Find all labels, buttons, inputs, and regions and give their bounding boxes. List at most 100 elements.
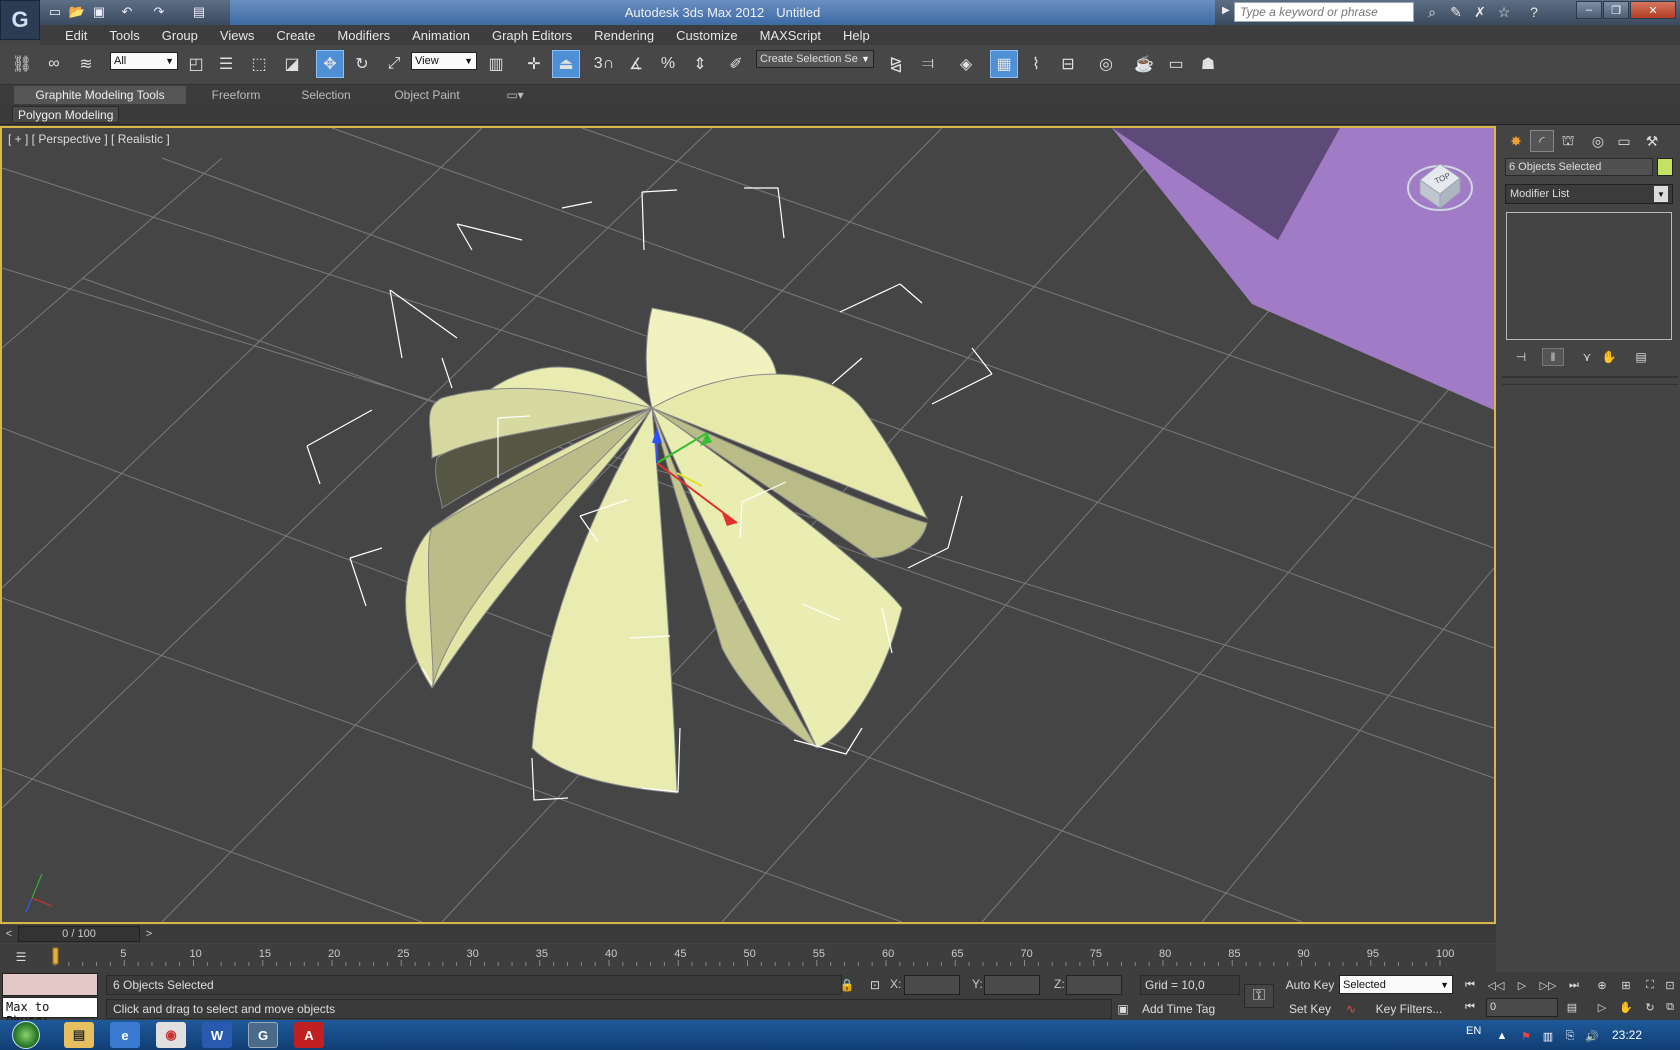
ribbon-options-icon[interactable]: ▭▾ <box>500 86 530 104</box>
acrobat-icon[interactable]: A <box>294 1022 324 1048</box>
remove-modifier-icon[interactable]: ✋ <box>1598 348 1620 366</box>
absolute-relative-toggle-icon[interactable]: ⊡ <box>866 976 884 994</box>
mirror-icon[interactable]: ⧎ <box>882 50 910 78</box>
orbit-icon[interactable]: ↻ <box>1640 998 1660 1016</box>
hierarchy-tab-icon[interactable]: ⛫ <box>1556 130 1580 152</box>
help-icon[interactable]: ? <box>1524 3 1544 21</box>
usb-icon[interactable]: ⎘ <box>1562 1028 1578 1044</box>
time-slider-thumb[interactable]: 0 / 100 <box>18 926 140 942</box>
maximize-viewport-icon[interactable]: ⧉ <box>1660 998 1680 1016</box>
menu-customize[interactable]: Customize <box>665 28 748 43</box>
project-folder-icon[interactable]: ▤ <box>190 3 208 21</box>
search-expand-icon[interactable]: ▶ <box>1222 5 1230 16</box>
time-tag-icon[interactable]: ▣ <box>1114 1000 1132 1018</box>
menu-views[interactable]: Views <box>209 28 265 43</box>
zoom-extents-icon[interactable]: ⛶ <box>1640 976 1660 994</box>
zoom-all-icon[interactable]: ⊞ <box>1616 976 1636 994</box>
tab-object-paint[interactable]: Object Paint <box>380 86 474 104</box>
new-file-icon[interactable]: ▭ <box>46 3 64 21</box>
window-crossing-icon[interactable]: ◪ <box>278 50 306 78</box>
material-editor-icon[interactable]: ◎ <box>1092 50 1120 78</box>
display-tab-icon[interactable]: ▭ <box>1612 130 1636 152</box>
menu-group[interactable]: Group <box>151 28 209 43</box>
explorer-icon[interactable]: ▤ <box>64 1022 94 1048</box>
zoom-icon[interactable]: ⊕ <box>1592 976 1612 994</box>
go-to-end-icon[interactable]: ⏭ <box>1564 976 1584 994</box>
select-object-icon[interactable]: ◰ <box>182 50 210 78</box>
angle-snap-icon[interactable]: ∡ <box>622 50 650 78</box>
app-logo-button[interactable]: G <box>0 0 40 40</box>
word-icon[interactable]: W <box>202 1022 232 1048</box>
set-key-button[interactable]: Set Key <box>1280 999 1340 1019</box>
select-and-scale-icon[interactable]: ⤢ <box>380 50 408 78</box>
maxscript-listener-input[interactable]: Max to Physc: <box>2 997 98 1028</box>
tab-selection[interactable]: Selection <box>286 86 366 104</box>
system-clock[interactable]: 23:22 <box>1612 1028 1642 1042</box>
link-icon[interactable]: ⛓ <box>8 50 36 78</box>
modifier-stack[interactable] <box>1506 212 1672 340</box>
selection-filter-dropdown[interactable]: All ▼ <box>110 52 178 70</box>
menu-animation[interactable]: Animation <box>401 28 481 43</box>
save-file-icon[interactable]: ▣ <box>90 3 108 21</box>
chrome-icon[interactable]: ◉ <box>156 1022 186 1048</box>
select-and-rotate-icon[interactable]: ↻ <box>348 50 376 78</box>
time-slider-prev-button[interactable]: < <box>2 926 16 942</box>
make-unique-icon[interactable]: ⋎ <box>1576 348 1598 366</box>
align-icon[interactable]: ⫤ <box>914 50 942 78</box>
menu-tools[interactable]: Tools <box>98 28 150 43</box>
open-file-icon[interactable]: 📂 <box>68 3 86 21</box>
object-color-swatch[interactable] <box>1657 158 1673 176</box>
configure-modifier-sets-icon[interactable]: ▤ <box>1630 348 1652 366</box>
keyboard-shortcut-override-icon[interactable]: ⏏ <box>552 50 580 78</box>
menu-modifiers[interactable]: Modifiers <box>326 28 401 43</box>
previous-frame-icon[interactable]: ◁◁ <box>1486 976 1506 994</box>
go-to-start-icon[interactable]: ⏮ <box>1460 976 1480 994</box>
menu-create[interactable]: Create <box>265 28 326 43</box>
curve-editor-icon[interactable]: ⌇ <box>1022 50 1050 78</box>
close-button[interactable]: ✕ <box>1630 1 1676 19</box>
graphite-modeling-toggle-icon[interactable]: ▦ <box>990 50 1018 78</box>
maximize-button[interactable]: ❐ <box>1603 1 1629 19</box>
redo-icon[interactable]: ↷ <box>150 3 168 21</box>
favorites-star-icon[interactable]: ☆ <box>1494 3 1514 21</box>
x-coord-field[interactable] <box>904 975 960 995</box>
next-frame-icon[interactable]: ▷▷ <box>1538 976 1558 994</box>
pan-view-icon[interactable]: ✋ <box>1616 998 1636 1016</box>
z-coord-field[interactable] <box>1066 975 1122 995</box>
named-selection-set-dropdown[interactable]: Create Selection Se ▼ <box>756 50 874 68</box>
percent-snap-icon[interactable]: % <box>654 50 682 78</box>
maxscript-listener-output[interactable] <box>2 973 98 996</box>
undo-icon[interactable]: ↶ <box>118 3 136 21</box>
field-of-view-icon[interactable]: ▷ <box>1592 998 1612 1016</box>
tab-freeform[interactable]: Freeform <box>196 86 276 104</box>
menu-help[interactable]: Help <box>832 28 881 43</box>
minimize-button[interactable]: – <box>1576 1 1602 19</box>
perspective-viewport[interactable]: TOP [ + ] [ Perspective ] [ Realistic ] <box>0 126 1496 924</box>
menu-rendering[interactable]: Rendering <box>583 28 665 43</box>
unlink-icon[interactable]: ∞ <box>40 50 68 78</box>
layer-manager-icon[interactable]: ◈ <box>952 50 980 78</box>
key-mode-dropdown[interactable]: Selected ▼ <box>1339 975 1453 994</box>
menu-graph-editors[interactable]: Graph Editors <box>481 28 583 43</box>
key-filters-button[interactable]: Key Filters... <box>1364 999 1454 1019</box>
auto-key-button[interactable]: Auto Key <box>1280 975 1340 995</box>
render-production-icon[interactable]: ☗ <box>1194 50 1222 78</box>
default-tangent-icon[interactable]: ∿ <box>1342 1000 1360 1018</box>
pivot-point-center-icon[interactable]: ▥ <box>482 50 510 78</box>
object-name-field[interactable]: 6 Objects Selected <box>1505 158 1653 176</box>
rendered-frame-window-icon[interactable]: ▭ <box>1162 50 1190 78</box>
time-slider-next-button[interactable]: > <box>142 926 156 942</box>
search-input[interactable]: Type a keyword or phrase <box>1234 2 1414 22</box>
add-time-tag-button[interactable]: Add Time Tag <box>1138 999 1238 1019</box>
polygon-modeling-panel[interactable]: Polygon Modeling <box>12 106 120 123</box>
binoculars-icon[interactable]: ⌕ <box>1422 3 1442 21</box>
tray-expand-icon[interactable]: ▲ <box>1494 1028 1510 1044</box>
select-by-name-icon[interactable]: ☰ <box>212 50 240 78</box>
subscription-icon[interactable]: ✎ <box>1446 3 1466 21</box>
play-icon[interactable]: ▷ <box>1512 976 1532 994</box>
menu-maxscript[interactable]: MAXScript <box>749 28 832 43</box>
time-configuration-icon[interactable]: ▤ <box>1562 998 1582 1016</box>
edit-named-selection-icon[interactable]: ✐ <box>722 50 750 78</box>
rectangular-selection-icon[interactable]: ⬚ <box>245 50 273 78</box>
start-button[interactable] <box>4 1020 48 1050</box>
